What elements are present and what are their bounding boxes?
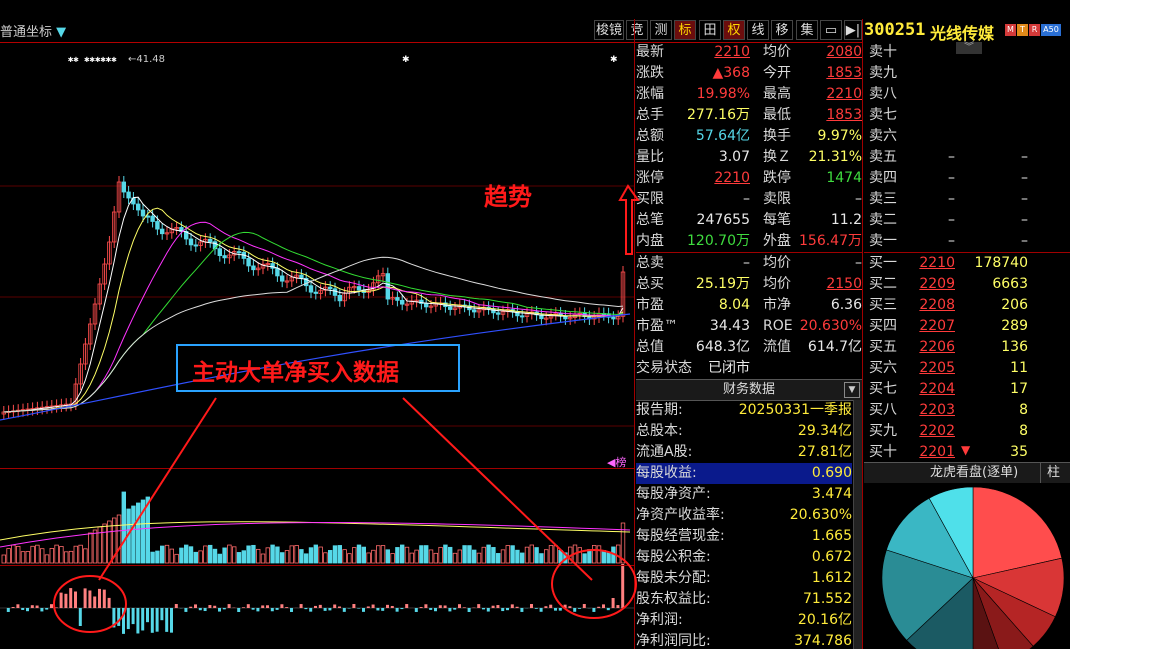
trading-app: 普通坐标 ▼ 梭镜竞测标田权线移集 ▭ ▶| 300251 光线传媒 M T R A50 … [0, 0, 1070, 649]
annotation-overlay [53, 184, 640, 633]
